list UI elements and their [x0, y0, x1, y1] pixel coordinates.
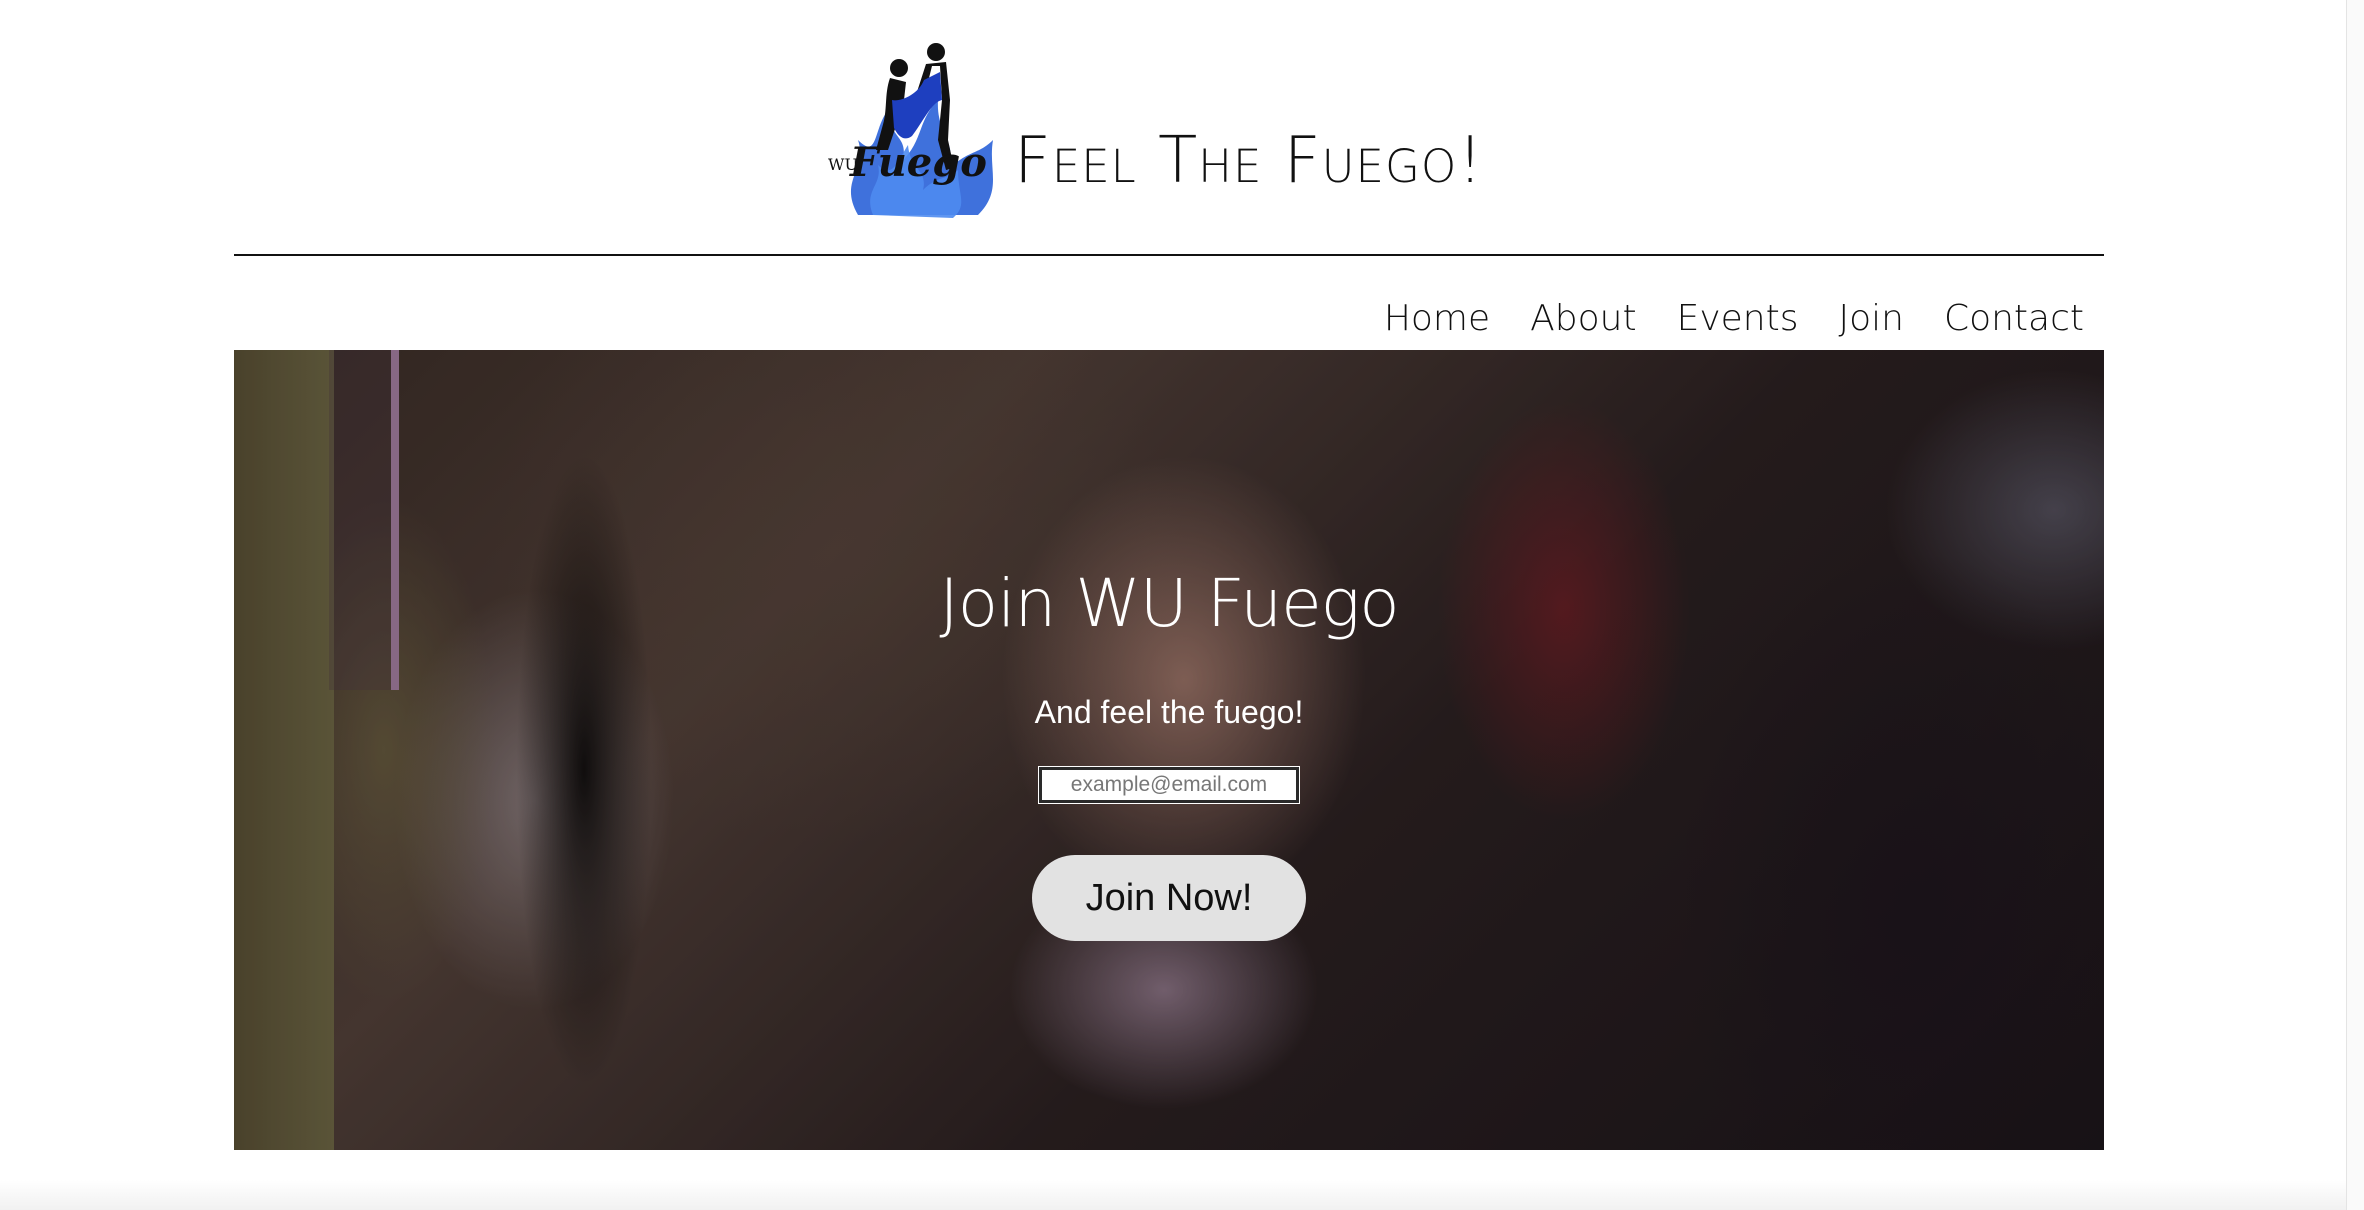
page-bottom-edge [0, 1180, 2346, 1210]
nav-contact[interactable]: Contact [1944, 298, 2084, 339]
hero-subtitle: And feel the fuego! [1034, 694, 1304, 730]
main-nav: Home About Events Join Contact [1384, 298, 2084, 339]
nav-about[interactable]: About [1530, 298, 1636, 339]
nav-events[interactable]: Events [1677, 298, 1799, 339]
page: WU Fuego Feel The Fuego! Home About Even… [0, 0, 2364, 1210]
svg-text:Fuego: Fuego [849, 139, 987, 186]
site-brand[interactable]: WU Fuego Feel The Fuego! [828, 40, 1484, 220]
site-title[interactable]: Feel The Fuego! [1014, 124, 1484, 198]
hero-title: Join WU Fuego [939, 565, 1399, 642]
join-now-button[interactable]: Join Now! [1032, 855, 1306, 941]
hero-content: Join WU Fuego And feel the fuego! Join N… [234, 350, 2104, 1150]
nav-join[interactable]: Join [1838, 298, 1903, 339]
wu-fuego-logo[interactable]: WU Fuego [828, 40, 1004, 220]
hero-banner: Join WU Fuego And feel the fuego! Join N… [234, 350, 2104, 1150]
vertical-scrollbar[interactable] [2346, 0, 2364, 1210]
nav-home[interactable]: Home [1384, 298, 1490, 339]
email-input[interactable] [1038, 766, 1300, 804]
header-divider [234, 254, 2104, 256]
